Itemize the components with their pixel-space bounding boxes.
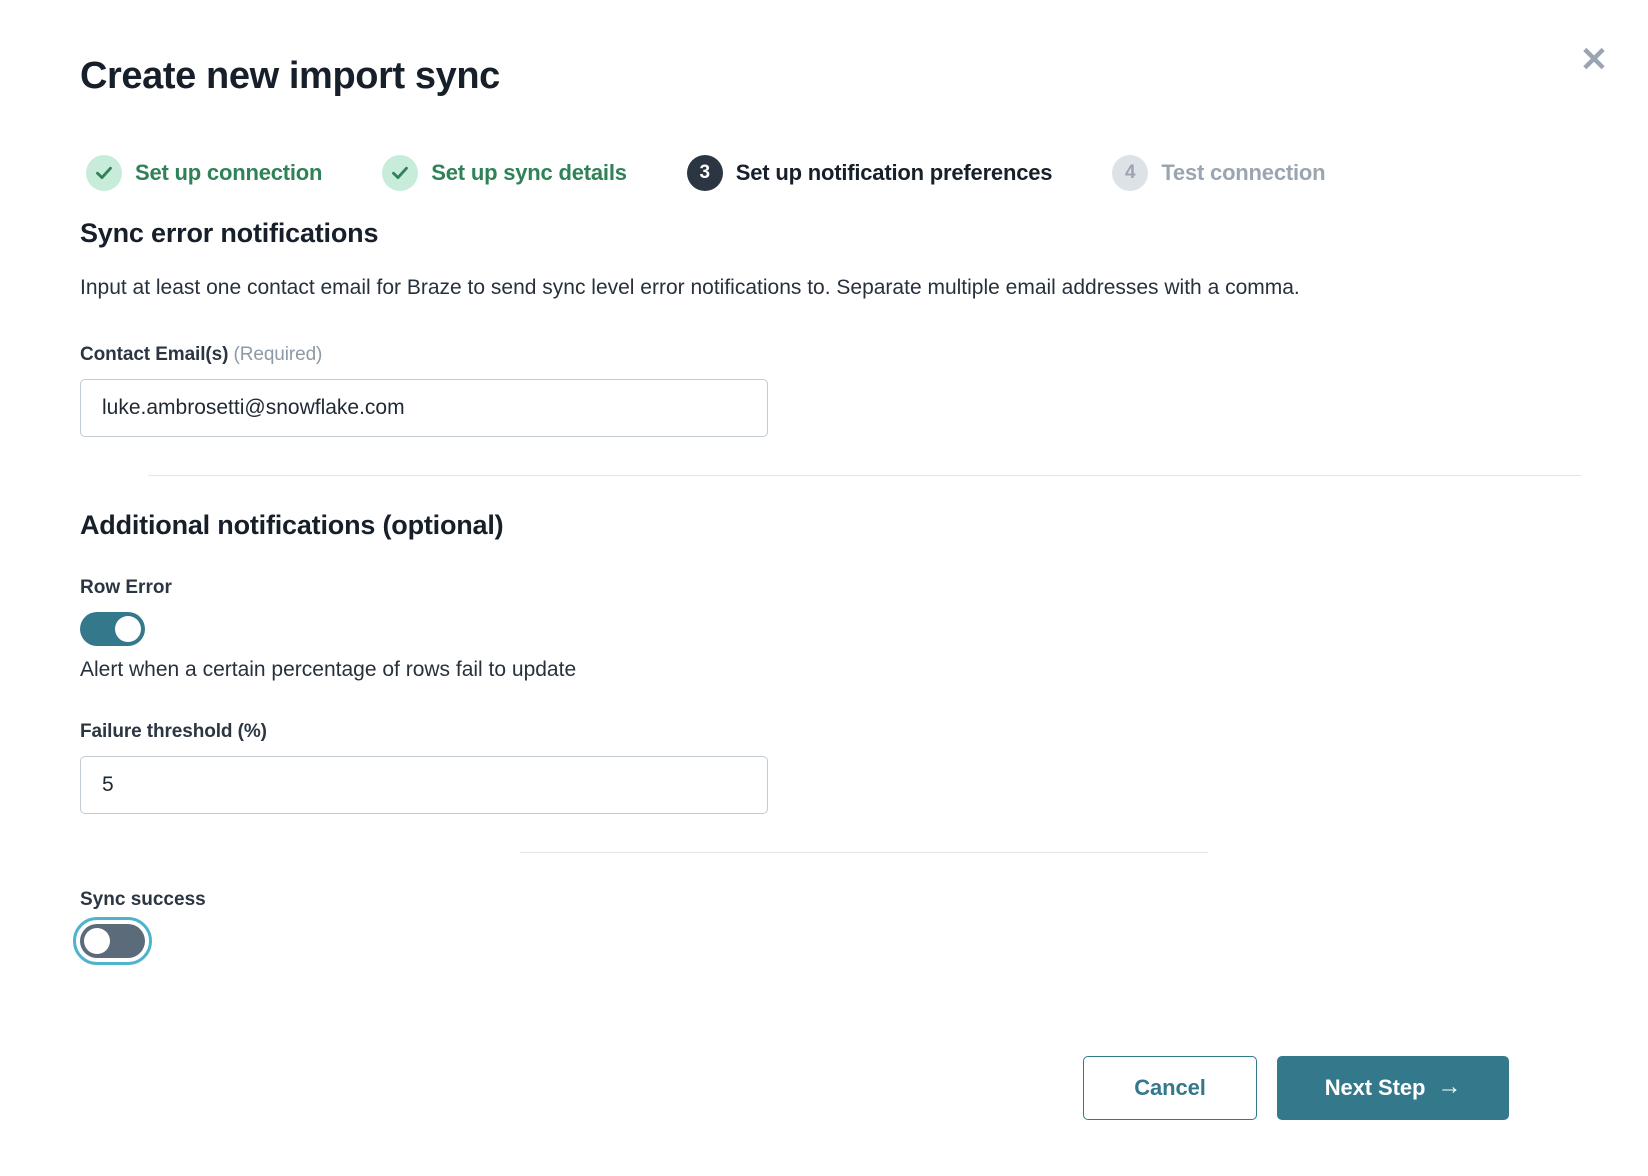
stepper-step-set-up-sync-details[interactable]: Set up sync details (382, 155, 627, 191)
create-import-sync-modal: ✕ Create new import sync Set up connecti… (0, 0, 1648, 1176)
subsection-divider (520, 852, 1208, 853)
failure-threshold-input[interactable] (80, 756, 768, 814)
stepper-step-test-connection[interactable]: 4 Test connection (1112, 155, 1325, 191)
next-step-button-label: Next Step (1325, 1075, 1426, 1101)
section-divider (148, 475, 1581, 476)
contact-email-input[interactable] (80, 379, 768, 437)
step-number-badge: 3 (687, 155, 723, 191)
check-icon (382, 155, 418, 191)
failure-threshold-label: Failure threshold (%) (80, 721, 1648, 743)
row-error-toggle[interactable] (80, 612, 145, 646)
stepper-step-label: Set up connection (135, 160, 322, 186)
row-error-label: Row Error (80, 577, 1648, 599)
contact-email-label-text: Contact Email(s) (80, 344, 228, 365)
sync-success-label: Sync success (80, 889, 1648, 911)
row-error-help-text: Alert when a certain percentage of rows … (80, 658, 1648, 682)
stepper: Set up connection Set up sync details 3 … (86, 155, 1325, 191)
cancel-button[interactable]: Cancel (1083, 1056, 1257, 1120)
page-title: Create new import sync (80, 54, 500, 100)
stepper-step-label: Set up sync details (431, 160, 627, 186)
stepper-step-set-up-connection[interactable]: Set up connection (86, 155, 322, 191)
step-number-badge: 4 (1112, 155, 1148, 191)
toggle-knob (115, 616, 141, 642)
additional-notifications-heading: Additional notifications (optional) (80, 510, 1648, 541)
modal-footer: Cancel Next Step → (0, 1000, 1648, 1176)
sync-error-notifications-heading: Sync error notifications (80, 218, 1648, 249)
check-icon (86, 155, 122, 191)
arrow-right-icon: → (1437, 1075, 1461, 1099)
close-icon[interactable]: ✕ (1572, 38, 1616, 82)
toggle-knob (84, 928, 110, 954)
stepper-step-label: Test connection (1161, 160, 1325, 186)
required-tag: (Required) (234, 344, 323, 365)
sync-error-notifications-description: Input at least one contact email for Bra… (80, 271, 1470, 305)
stepper-step-label: Set up notification preferences (736, 160, 1053, 186)
next-step-button[interactable]: Next Step → (1277, 1056, 1509, 1120)
stepper-step-set-up-notification-preferences[interactable]: 3 Set up notification preferences (687, 155, 1053, 191)
contact-email-label: Contact Email(s) (Required) (80, 344, 1648, 366)
modal-content: Sync error notifications Input at least … (80, 218, 1648, 958)
sync-success-toggle[interactable] (80, 924, 145, 958)
